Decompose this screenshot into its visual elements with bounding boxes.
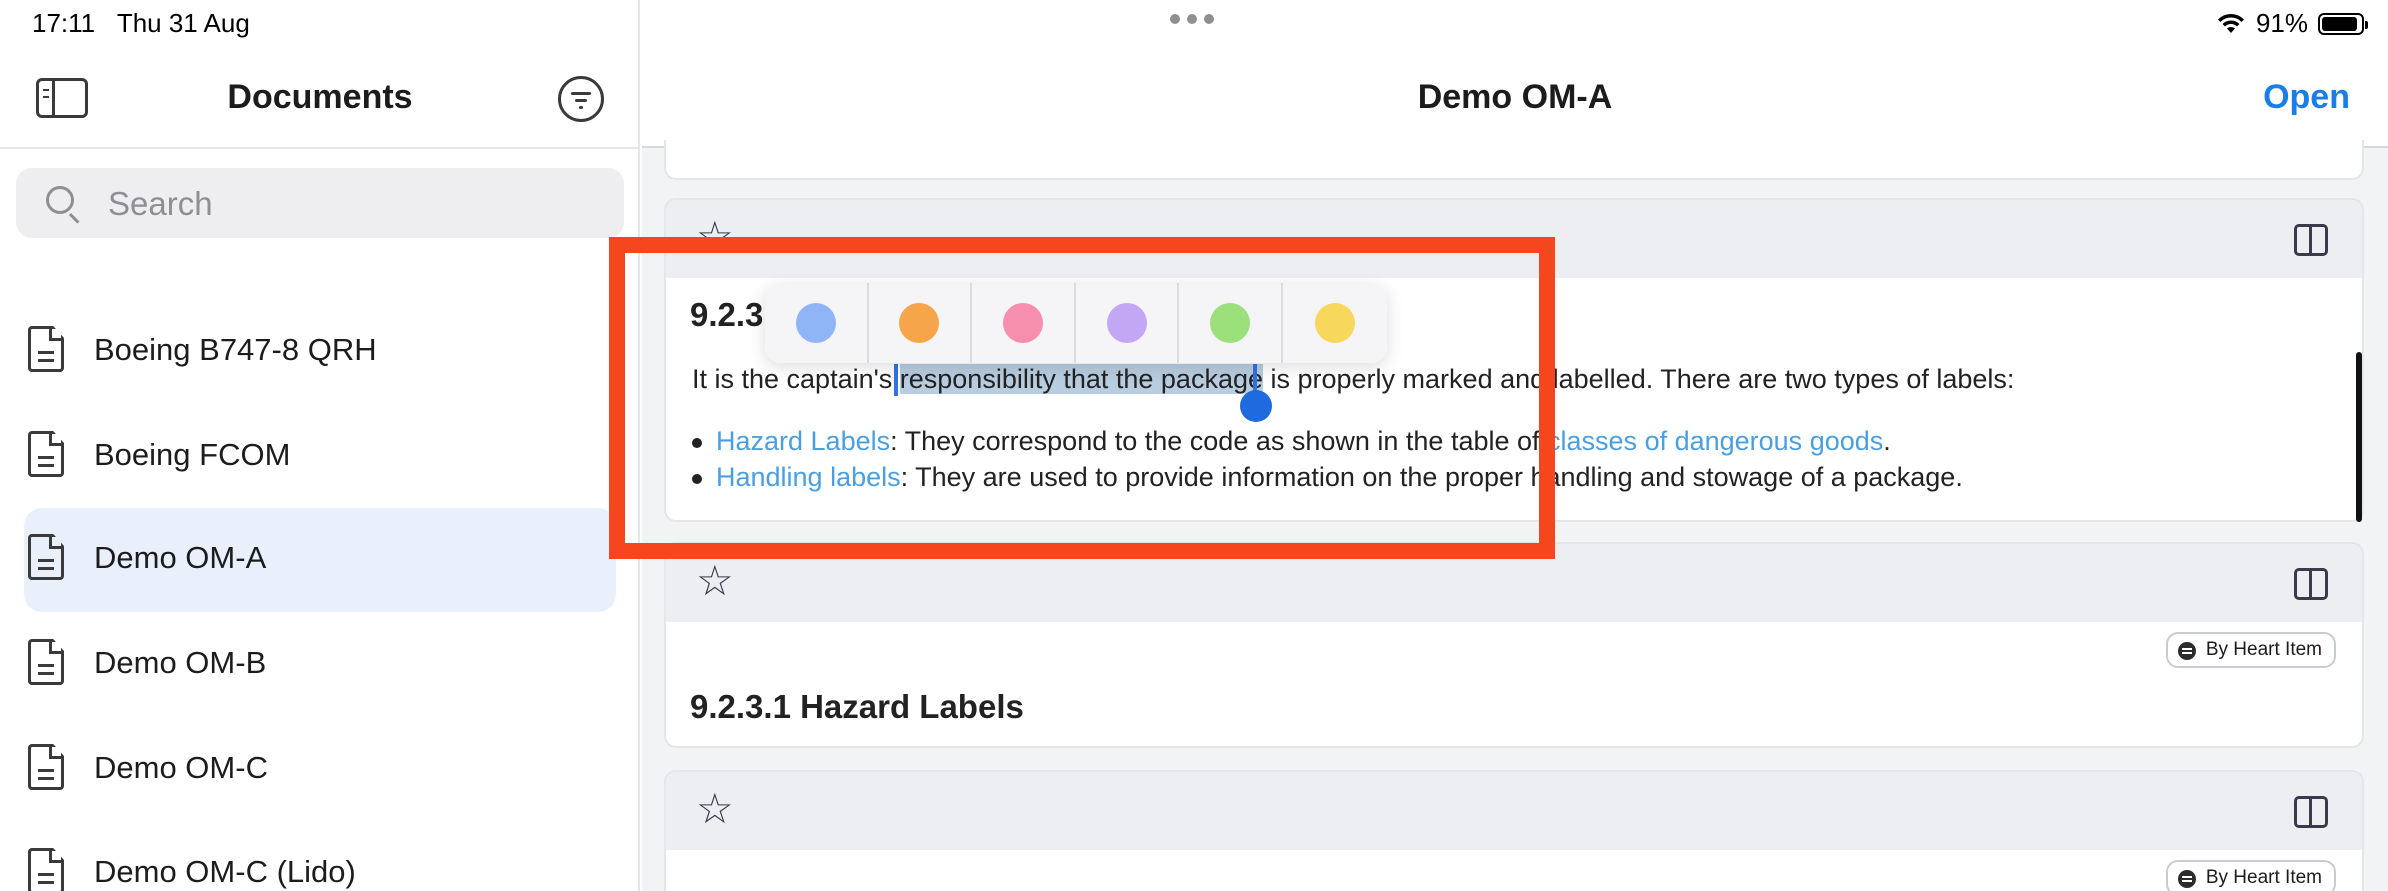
scroll-indicator[interactable] xyxy=(2356,352,2362,522)
open-button[interactable]: Open xyxy=(2263,78,2350,117)
battery-level xyxy=(2322,16,2357,31)
card-header: ☆ xyxy=(666,772,2362,850)
battery-icon xyxy=(2318,12,2368,35)
sidebar-item-label: Boeing B747-8 QRH xyxy=(94,332,377,367)
document-icon xyxy=(28,848,64,891)
previous-card xyxy=(664,140,2364,180)
sidebar-item-demo-om-a[interactable]: Demo OM-A xyxy=(24,508,616,612)
by-heart-icon xyxy=(2177,870,2196,888)
by-heart-icon xyxy=(2177,642,2196,660)
sidebar-item-demo-om-b[interactable]: Demo OM-B xyxy=(24,613,616,717)
sidebar-item-demo-om-c[interactable]: Demo OM-C xyxy=(24,718,616,822)
by-heart-badge: By Heart Item xyxy=(2165,860,2336,891)
sidebar-item-label: Demo OM-B xyxy=(94,645,267,680)
section-card-9-2-3-1: ☆ By Heart Item 9.2.3.1 Hazard Labels xyxy=(664,542,2364,748)
filter-icon[interactable] xyxy=(558,76,604,122)
document-icon xyxy=(28,326,64,372)
by-heart-badge: By Heart Item xyxy=(2165,632,2336,668)
annotation-highlight-box xyxy=(609,237,1555,559)
sidebar: 17:11 Thu 31 Aug Documents Search Boeing… xyxy=(0,0,640,891)
status-date: Thu 31 Aug xyxy=(116,8,250,38)
search-input[interactable]: Search xyxy=(16,168,624,238)
main-header: Demo OM-A Open xyxy=(642,0,2388,148)
document-icon xyxy=(28,639,64,685)
battery-percent: 91% xyxy=(2255,8,2308,38)
sidebar-title: Documents xyxy=(227,78,413,116)
star-icon[interactable]: ☆ xyxy=(696,560,734,602)
sidebar-item-demo-om-c-lido[interactable]: Demo OM-C (Lido) xyxy=(24,822,616,891)
sidebar-item-label: Demo OM-C xyxy=(94,750,268,785)
search-placeholder: Search xyxy=(108,185,213,222)
search-icon xyxy=(46,186,74,214)
sidebar-item-label: Demo OM-C (Lido) xyxy=(94,854,356,889)
status-time: 17:11 Thu 31 Aug xyxy=(32,8,250,39)
wifi-icon xyxy=(2217,13,2244,33)
sidebar-divider xyxy=(0,147,640,149)
sidebar-item-boeing-fcom[interactable]: Boeing FCOM xyxy=(24,405,616,509)
sidebar-item-label: Demo OM-A xyxy=(94,540,267,575)
document-icon xyxy=(28,534,64,580)
sidebar-item-boeing-b747-8-qrh[interactable]: Boeing B747-8 QRH xyxy=(24,300,616,404)
section-heading: 9.2.3.1 Hazard Labels xyxy=(690,688,1024,725)
multitasking-dots-icon[interactable] xyxy=(1170,14,1214,24)
split-view-icon[interactable] xyxy=(2294,796,2328,828)
list-item-text: . xyxy=(1883,426,1891,456)
status-clock: 17:11 xyxy=(32,8,96,38)
sidebar-item-label: Boeing FCOM xyxy=(94,437,291,472)
document-icon xyxy=(28,431,64,477)
badge-label: By Heart Item xyxy=(2205,639,2322,660)
star-icon[interactable]: ☆ xyxy=(696,788,734,830)
status-indicators: 91% xyxy=(2216,8,2368,39)
page-title: Demo OM-A xyxy=(1417,78,1613,116)
badge-label: By Heart Item xyxy=(2205,867,2322,888)
split-view-icon[interactable] xyxy=(2294,224,2328,256)
split-view-icon[interactable] xyxy=(2294,568,2328,600)
section-card-next: ☆ By Heart Item xyxy=(664,770,2364,891)
document-icon xyxy=(28,744,64,790)
dangerous-goods-link[interactable]: classes of dangerous goods xyxy=(1547,426,1883,456)
